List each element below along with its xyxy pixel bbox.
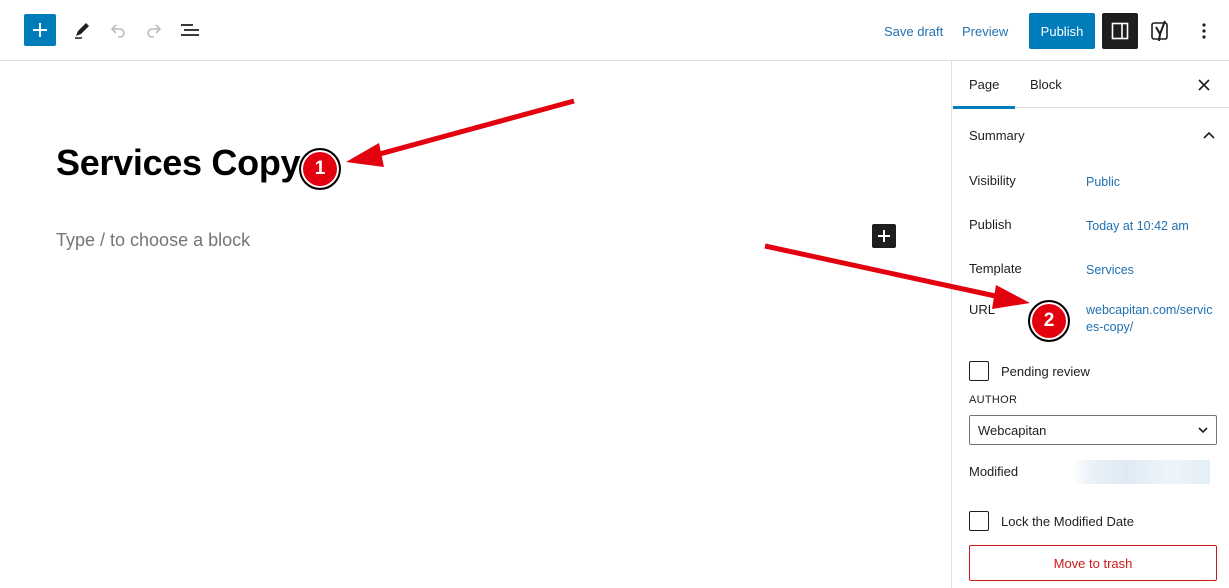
save-draft-button[interactable]: Save draft xyxy=(884,18,943,44)
inline-add-block-button[interactable] xyxy=(872,224,896,248)
publish-button[interactable]: Publish xyxy=(1029,13,1095,49)
pencil-icon xyxy=(75,23,89,39)
sidebar-icon xyxy=(1111,22,1129,40)
editor-canvas: Services Copy Type / to choose a block xyxy=(0,61,951,588)
editor-toolbar: Save draft Preview Publish xyxy=(0,0,1229,61)
yoast-icon xyxy=(1151,20,1168,42)
pending-review-checkbox[interactable] xyxy=(969,361,989,381)
preview-button[interactable]: Preview xyxy=(962,18,1008,44)
close-icon xyxy=(1198,79,1210,91)
add-block-button[interactable] xyxy=(24,14,56,46)
list-view-icon xyxy=(181,24,199,36)
sidebar-tabs: Page Block xyxy=(952,61,1229,109)
chevron-down-icon xyxy=(1198,426,1208,433)
plus-icon xyxy=(878,230,890,242)
block-placeholder[interactable]: Type / to choose a block xyxy=(56,230,250,251)
author-label: AUTHOR xyxy=(969,394,1018,406)
summary-title: Summary xyxy=(969,127,1025,143)
tab-block[interactable]: Block xyxy=(1030,61,1062,108)
undo-icon xyxy=(110,24,125,38)
redo-button[interactable] xyxy=(138,14,170,46)
list-view-button[interactable] xyxy=(174,14,206,46)
url-value[interactable]: webcapitan.com/services-copy/ xyxy=(1086,302,1216,336)
chevron-up-icon xyxy=(1203,131,1215,139)
tools-button[interactable] xyxy=(66,14,98,46)
summary-panel-toggle[interactable]: Summary xyxy=(969,125,1215,145)
visibility-value[interactable]: Public xyxy=(1086,174,1120,191)
visibility-label: Visibility xyxy=(969,173,1016,188)
template-label: Template xyxy=(969,261,1022,276)
plus-icon xyxy=(33,23,47,37)
yoast-seo-button[interactable] xyxy=(1143,13,1179,49)
url-label: URL xyxy=(969,302,996,317)
publish-label: Publish xyxy=(969,217,1012,232)
pending-review-label[interactable]: Pending review xyxy=(1001,364,1090,379)
tab-page[interactable]: Page xyxy=(952,61,1016,109)
modified-label: Modified xyxy=(969,464,1019,479)
publish-date-value[interactable]: Today at 10:42 am xyxy=(1086,218,1189,235)
settings-sidebar: Page Block Summary Visibility Public Pub… xyxy=(951,61,1229,588)
lock-modified-checkbox[interactable] xyxy=(969,511,989,531)
vertical-ellipsis-icon xyxy=(1202,23,1206,39)
move-to-trash-button[interactable]: Move to trash xyxy=(969,545,1217,581)
undo-button[interactable] xyxy=(102,14,134,46)
template-value[interactable]: Services xyxy=(1086,262,1134,279)
author-select[interactable]: Webcapitan xyxy=(969,415,1217,445)
settings-toggle-button[interactable] xyxy=(1102,13,1138,49)
lock-modified-label[interactable]: Lock the Modified Date xyxy=(1001,514,1134,529)
author-value: Webcapitan xyxy=(978,422,1047,438)
page-title[interactable]: Services Copy xyxy=(56,142,301,184)
more-options-button[interactable] xyxy=(1188,13,1220,49)
redo-icon xyxy=(147,24,162,38)
modified-date-value xyxy=(1072,460,1210,484)
close-sidebar-button[interactable] xyxy=(1192,73,1216,97)
